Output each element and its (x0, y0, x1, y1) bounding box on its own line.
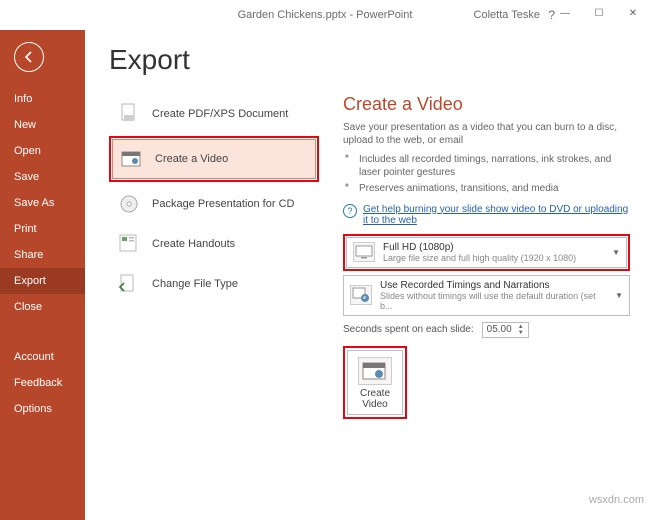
help-icon: ? (343, 204, 357, 218)
nav-new[interactable]: New (0, 112, 85, 138)
timings-icon (350, 285, 372, 305)
opt-label: Create Handouts (152, 238, 235, 250)
minimize-button[interactable]: — (548, 0, 582, 26)
nav-info[interactable]: Info (0, 86, 85, 112)
nav-options[interactable]: Options (0, 396, 85, 422)
chevron-down-icon: ▼ (612, 248, 620, 257)
spinner-buttons[interactable]: ▲▼ (518, 324, 524, 336)
opt-label: Change File Type (152, 278, 238, 290)
video-icon (121, 148, 143, 170)
window-controls: — ☐ ✕ (548, 0, 650, 26)
backstage-nav: Info New Open Save Save As Print Share E… (0, 30, 85, 520)
opt-label: Package Presentation for CD (152, 198, 294, 210)
nav-share[interactable]: Share (0, 242, 85, 268)
help-line: ? Get help burning your slide show video… (343, 204, 630, 226)
bullet: Includes all recorded timings, narration… (343, 152, 630, 181)
create-video-label: Create Video (350, 388, 400, 410)
highlight-quality-dropdown: Full HD (1080p) Large file size and full… (343, 234, 630, 271)
opt-label: Create a Video (155, 153, 228, 165)
quality-sub: Large file size and full high quality (1… (383, 253, 604, 263)
nav-account[interactable]: Account (0, 344, 85, 370)
opt-package-cd[interactable]: Package Presentation for CD (109, 184, 319, 224)
seconds-row: Seconds spent on each slide: 05.00 ▲▼ (343, 322, 630, 338)
quality-title: Full HD (1080p) (383, 242, 604, 253)
nav-print[interactable]: Print (0, 216, 85, 242)
seconds-spinner[interactable]: 05.00 ▲▼ (482, 322, 529, 338)
detail-bullets: Includes all recorded timings, narration… (343, 152, 630, 198)
handouts-icon (118, 233, 140, 255)
timings-sub: Slides without timings will use the defa… (380, 291, 607, 311)
title-bar: Garden Chickens.pptx - PowerPoint Colett… (0, 0, 650, 30)
pdf-icon (118, 103, 140, 125)
content-pane: Export Create PDF/XPS Document (85, 30, 650, 520)
user-name[interactable]: Coletta Teske (474, 9, 540, 21)
seconds-label: Seconds spent on each slide: (343, 324, 474, 335)
opt-create-video[interactable]: Create a Video (112, 139, 316, 179)
filetype-icon (118, 273, 140, 295)
nav-feedback[interactable]: Feedback (0, 370, 85, 396)
nav-export[interactable]: Export (0, 268, 85, 294)
highlight-create-video-button: Create Video (343, 346, 407, 419)
nav-close[interactable]: Close (0, 294, 85, 320)
opt-create-handouts[interactable]: Create Handouts (109, 224, 319, 264)
detail-heading: Create a Video (343, 94, 630, 115)
seconds-value: 05.00 (487, 324, 512, 335)
create-video-button[interactable]: Create Video (347, 350, 403, 415)
highlight-create-video: Create a Video (109, 136, 319, 182)
back-button[interactable] (14, 42, 44, 72)
nav-save[interactable]: Save (0, 164, 85, 190)
nav-save-as[interactable]: Save As (0, 190, 85, 216)
nav-open[interactable]: Open (0, 138, 85, 164)
timings-title: Use Recorded Timings and Narrations (380, 280, 607, 291)
create-video-icon (358, 357, 392, 385)
help-link[interactable]: Get help burning your slide show video t… (363, 204, 630, 226)
watermark: wsxdn.com (589, 494, 644, 506)
detail-pane: Create a Video Save your presentation as… (343, 94, 630, 419)
document-title: Garden Chickens.pptx - PowerPoint (238, 9, 413, 21)
export-option-list: Create PDF/XPS Document Create a Video (109, 94, 319, 419)
page-title: Export (109, 44, 630, 76)
opt-label: Create PDF/XPS Document (152, 108, 288, 120)
cd-icon (118, 193, 140, 215)
opt-create-pdf[interactable]: Create PDF/XPS Document (109, 94, 319, 134)
close-button[interactable]: ✕ (616, 0, 650, 26)
timings-dropdown[interactable]: Use Recorded Timings and Narrations Slid… (343, 275, 630, 316)
detail-desc: Save your presentation as a video that y… (343, 121, 630, 147)
quality-dropdown[interactable]: Full HD (1080p) Large file size and full… (346, 237, 627, 268)
opt-change-file-type[interactable]: Change File Type (109, 264, 319, 304)
monitor-icon (353, 242, 375, 262)
chevron-down-icon: ▼ (615, 291, 623, 300)
bullet: Preserves animations, transitions, and m… (343, 181, 630, 198)
maximize-button[interactable]: ☐ (582, 0, 616, 26)
